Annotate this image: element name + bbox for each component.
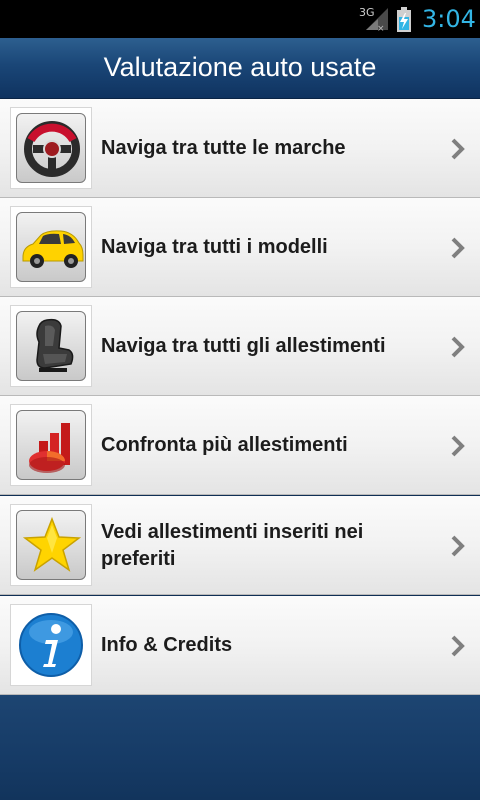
menu-item-label: Naviga tra tutte le marche <box>101 137 346 159</box>
battery-charging-icon <box>397 7 411 32</box>
steering-wheel-icon <box>24 121 80 177</box>
menu-item-label: Naviga tra tutti i modelli <box>101 236 328 258</box>
star-icon <box>22 516 82 572</box>
item-icon-frame <box>10 107 92 189</box>
item-icon-frame <box>10 404 92 486</box>
menu-item-info[interactable]: Info & Credits <box>0 596 480 695</box>
item-icon-frame <box>10 305 92 387</box>
chevron-right-icon <box>451 535 465 557</box>
chevron-right-icon <box>451 435 465 457</box>
chevron-right-icon <box>451 237 465 259</box>
menu-item-trims[interactable]: Naviga tra tutti gli allestimenti <box>0 297 480 396</box>
menu-list: Naviga tra tutte le marche Naviga tra tu… <box>0 99 480 695</box>
clock: 3:04 <box>422 5 476 33</box>
item-icon-frame <box>10 504 92 586</box>
car-seat-icon <box>36 318 74 372</box>
menu-item-label: Info & Credits <box>101 634 233 656</box>
menu-item-label: Confronta più allestimenti <box>101 434 348 456</box>
menu-item-brands[interactable]: Naviga tra tutte le marche <box>0 99 480 198</box>
comparison-chart-icon <box>29 423 70 473</box>
chevron-right-icon <box>451 635 465 657</box>
menu-item-models[interactable]: Naviga tra tutti i modelli <box>0 198 480 297</box>
menu-item-label: Vedi allestimenti inseriti nei preferiti <box>101 520 364 570</box>
page-title: Valutazione auto usate <box>103 52 377 82</box>
item-icon-frame <box>10 206 92 288</box>
chevron-right-icon <box>451 138 465 160</box>
background-area <box>0 695 480 800</box>
status-bar: 3G × 3:04 <box>0 0 480 38</box>
info-icon <box>19 613 83 677</box>
menu-item-label: Naviga tra tutti gli allestimenti <box>101 335 386 357</box>
yellow-car-icon <box>22 230 84 268</box>
signal-icon: × <box>366 8 388 32</box>
svg-text:×: × <box>377 24 385 32</box>
menu-item-compare[interactable]: Confronta più allestimenti <box>0 396 480 495</box>
chevron-right-icon <box>451 336 465 358</box>
menu-item-favorites[interactable]: Vedi allestimenti inseriti nei preferiti <box>0 496 480 595</box>
item-icon-frame <box>10 604 92 686</box>
title-bar: Valutazione auto usate <box>0 38 480 99</box>
